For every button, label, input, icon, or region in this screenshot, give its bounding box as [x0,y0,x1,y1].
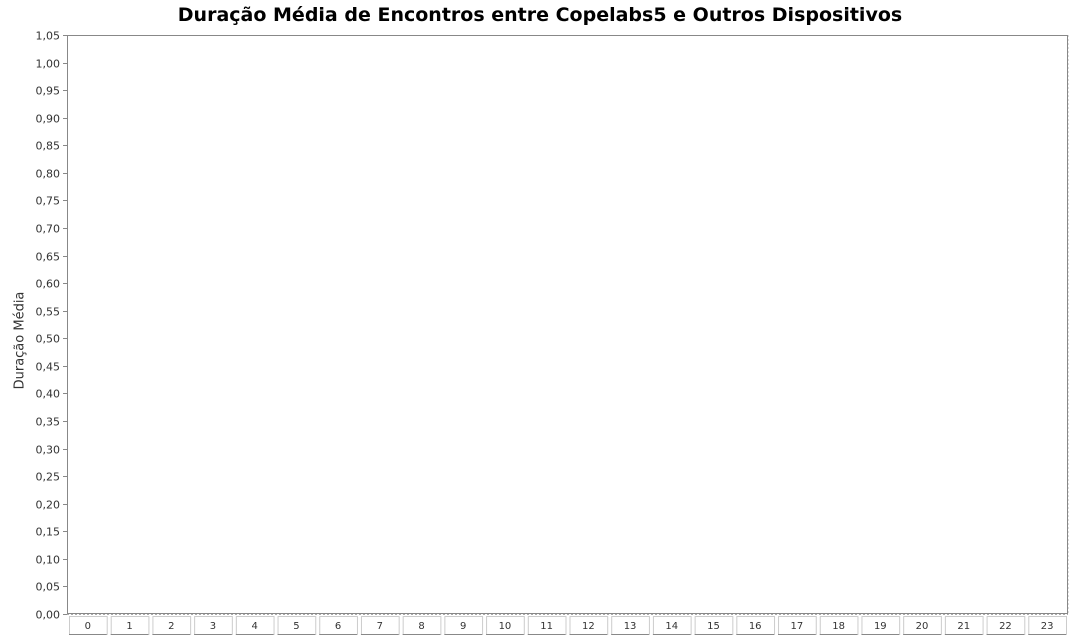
x-tick-label: 19 [874,621,887,632]
x-tick-label: 5 [293,621,299,632]
y-tick-label: 1,00 [36,58,61,71]
y-tick-label: 0,20 [36,499,61,512]
x-tick-label: 15 [707,621,720,632]
x-tick-label: 10 [499,621,512,632]
x-tick-label: 2 [168,621,174,632]
y-tick-label: 0,15 [36,526,61,539]
y-tick-label: 0,85 [36,140,61,153]
y-tick-label: 0,30 [36,444,61,457]
plot-background [67,35,1068,614]
x-tick-label: 6 [335,621,341,632]
x-tick-label: 21 [957,621,970,632]
x-tick-label: 12 [582,621,595,632]
y-tick-label: 0,65 [36,251,61,264]
y-tick-label: 0,60 [36,278,61,291]
y-ticks: 0,00 0,05 0,10 0,15 0,20 0,25 0,30 0,35 0,40 0,45… [36,30,67,622]
y-tick-label: 0,00 [36,609,61,622]
y-tick-label: 0,45 [36,361,61,374]
x-tick-label: 1 [126,621,132,632]
x-tick-label: 22 [999,621,1012,632]
y-tick-label: 0,80 [36,168,61,181]
y-tick-label: 0,90 [36,113,61,126]
x-tick-label: 23 [1041,621,1054,632]
y-tick-label: 0,25 [36,471,61,484]
y-tick-label: 0,70 [36,223,61,236]
x-tick-label: 16 [749,621,762,632]
y-tick-label: 0,05 [36,581,61,594]
x-tick-label: 8 [418,621,424,632]
y-tick-label: 0,55 [36,306,61,319]
y-tick-label: 1,05 [36,30,61,43]
x-tick-label: 3 [210,621,216,632]
plot-frame [67,35,1068,614]
y-tick-label: 0,75 [36,195,61,208]
x-tick-label: 0 [85,621,91,632]
x-tick-label: 17 [791,621,804,632]
x-tick-label: 9 [460,621,466,632]
x-tick-label: 4 [252,621,258,632]
x-tick-label: 7 [377,621,383,632]
chart-area: 0,00 0,05 0,10 0,15 0,20 0,25 0,30 0,35 0,40 0,45… [36,30,1069,635]
y-tick-label: 0,10 [36,554,61,567]
x-tick-label: 20 [916,621,929,632]
y-tick-label: 0,40 [36,388,61,401]
y-tick-label: 0,95 [36,85,61,98]
y-tick-label: 0,50 [36,333,61,346]
x-tick-label: 13 [624,621,637,632]
x-ticks: 0 1 2 3 4 5 6 7 8 9 10 11 12 13 14 15 16 17 18 19 20 21 22 23 [69,616,1067,635]
x-tick-label: 14 [665,621,678,632]
x-tick-label: 18 [832,621,845,632]
y-tick-label: 0,35 [36,416,61,429]
x-tick-label: 11 [540,621,553,632]
